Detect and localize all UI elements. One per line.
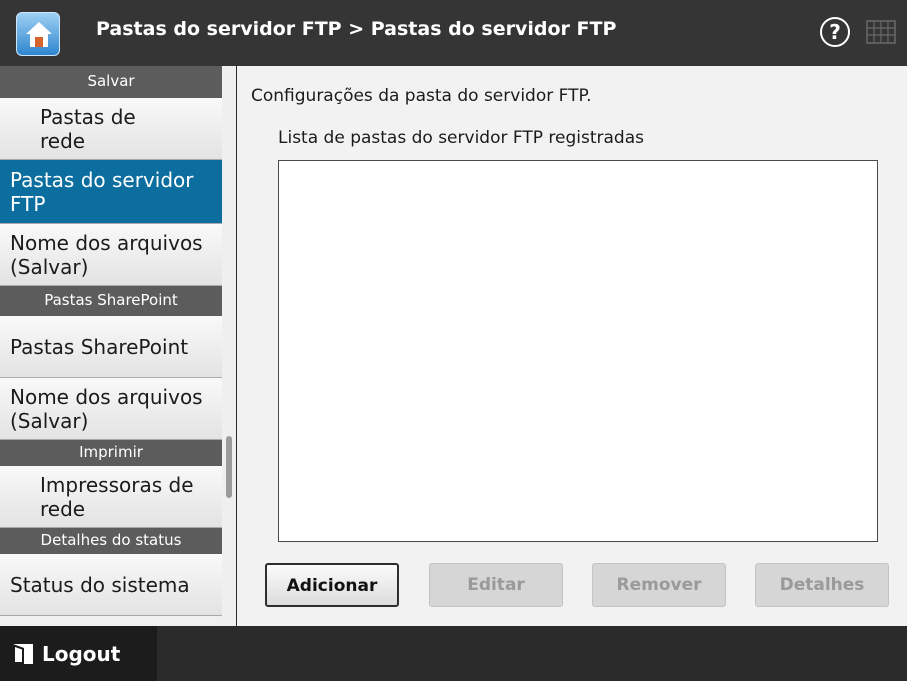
sidebar-item-impressoras-de-rede[interactable]: Impressoras de rede [0, 466, 222, 528]
section-header-salvar: Salvar [0, 66, 222, 98]
edit-button[interactable]: Editar [429, 563, 563, 607]
scrollbar-thumb[interactable] [226, 436, 232, 498]
sidebar-item-label: Status do sistema [10, 572, 190, 597]
section-header-imprimir: Imprimir [0, 440, 222, 466]
home-button[interactable] [16, 12, 60, 56]
logout-label: Logout [42, 642, 121, 666]
sidebar-item-pastas-de-rede[interactable]: Pastas de rede [0, 98, 222, 160]
sidebar-item-nome-dos-arquivos[interactable]: Nome dos arquivos (Salvar) [0, 224, 222, 286]
add-button[interactable]: Adicionar [265, 563, 399, 607]
sidebar-item-label: Pastas de rede [40, 104, 136, 153]
footer-bar: Logout [0, 626, 907, 681]
sidebar-item-label: Nome dos arquivos (Salvar) [10, 230, 203, 279]
main-panel: Configurações da pasta do servidor FTP. … [237, 66, 907, 626]
sidebar-item-pastas-sharepoint[interactable]: Pastas SharePoint [0, 316, 222, 378]
sidebar-item-pastas-do-servidor-ftp[interactable]: Pastas do servidor FTP [0, 160, 222, 224]
help-button[interactable]: ? [820, 17, 850, 47]
details-button[interactable]: Detalhes [755, 563, 889, 607]
section-header-detalhes-do-status: Detalhes do status [0, 528, 222, 554]
sidebar-item-label: Nome dos arquivos (Salvar) [10, 384, 203, 433]
sidebar-item-label: Pastas SharePoint [10, 334, 189, 359]
sidebar-item-label: Impressoras de rede [40, 472, 194, 521]
section-header-sharepoint: Pastas SharePoint [0, 286, 222, 316]
page-title: Pastas do servidor FTP > Pastas do servi… [96, 18, 617, 40]
sidebar-item-nome-dos-arquivos-sharepoint[interactable]: Nome dos arquivos (Salvar) [0, 378, 222, 440]
home-icon [26, 22, 52, 47]
ftp-folder-list[interactable] [278, 160, 878, 542]
keyboard-icon [866, 20, 896, 44]
title-bar: Pastas do servidor FTP > Pastas do servi… [0, 0, 907, 66]
sidebar: Salvar Pastas de rede Pastas do servidor… [0, 66, 222, 626]
page-description: Configurações da pasta do servidor FTP. [251, 86, 592, 106]
list-label: Lista de pastas do servidor FTP registra… [278, 128, 644, 148]
keyboard-button[interactable] [866, 20, 896, 44]
sidebar-item-status-do-sistema[interactable]: Status do sistema [0, 554, 222, 616]
sidebar-scrollbar[interactable] [222, 66, 236, 626]
logout-button[interactable]: Logout [0, 626, 157, 681]
logout-icon [13, 644, 33, 664]
remove-button[interactable]: Remover [592, 563, 726, 607]
sidebar-item-label: Pastas do servidor FTP [10, 167, 194, 216]
